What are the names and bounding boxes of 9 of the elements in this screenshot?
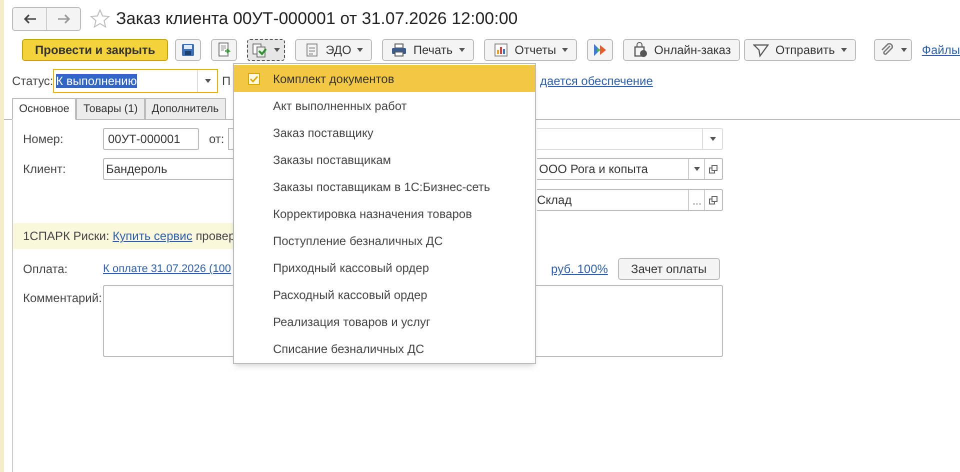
- status-label: Статус:: [12, 73, 53, 90]
- field-label: П: [222, 73, 232, 90]
- status-value: К выполнению: [56, 74, 137, 88]
- comment-label: Комментарий:: [23, 290, 103, 307]
- date-label: от:: [209, 131, 224, 148]
- client-label: Клиент:: [23, 161, 67, 178]
- payment-label: Оплата:: [23, 261, 69, 278]
- number-label: Номер:: [23, 131, 64, 148]
- window-title: Заказ клиента 00УТ-000001 от 31.07.2026 12:00:00: [116, 8, 518, 30]
